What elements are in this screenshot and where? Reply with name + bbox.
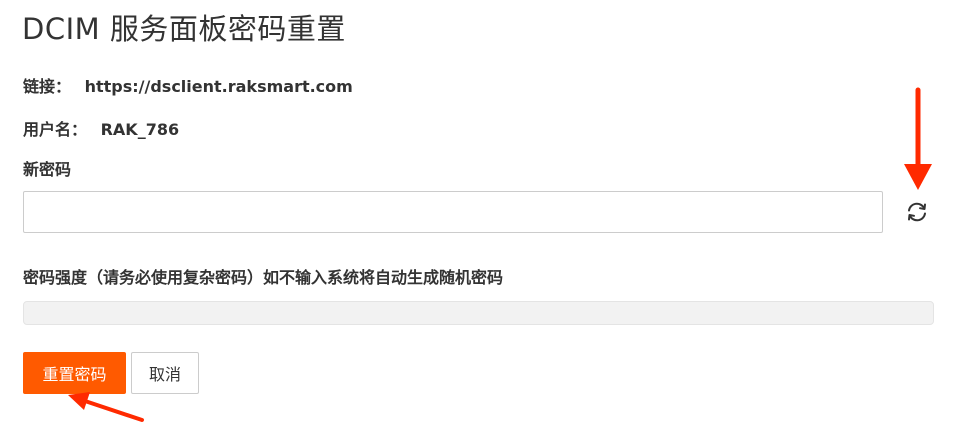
new-password-input[interactable] xyxy=(23,191,883,233)
page-title: DCIM 服务面板密码重置 xyxy=(22,12,346,46)
link-row: 链接： https://dsclient.raksmart.com xyxy=(23,73,353,97)
red-arrow-icon xyxy=(904,87,932,190)
password-strength-label: 密码强度（请务必使用复杂密码）如不输入系统将自动生成随机密码 xyxy=(23,268,504,287)
username-value: RAK_786 xyxy=(100,120,180,139)
new-password-label: 新密码 xyxy=(23,160,72,179)
password-reset-page: DCIM 服务面板密码重置 链接： https://dsclient.raksm… xyxy=(0,0,953,429)
username-label: 用户名： xyxy=(23,120,88,139)
link-value: https://dsclient.raksmart.com xyxy=(84,77,353,96)
username-row: 用户名： RAK_786 xyxy=(23,116,179,140)
cancel-button[interactable]: 取消 xyxy=(131,352,199,394)
refresh-icon xyxy=(904,199,930,229)
link-label: 链接： xyxy=(23,77,72,96)
password-strength-bar xyxy=(23,301,934,325)
red-arrow-icon xyxy=(68,392,144,422)
generate-password-button[interactable] xyxy=(902,199,932,229)
reset-password-button[interactable]: 重置密码 xyxy=(23,352,126,394)
